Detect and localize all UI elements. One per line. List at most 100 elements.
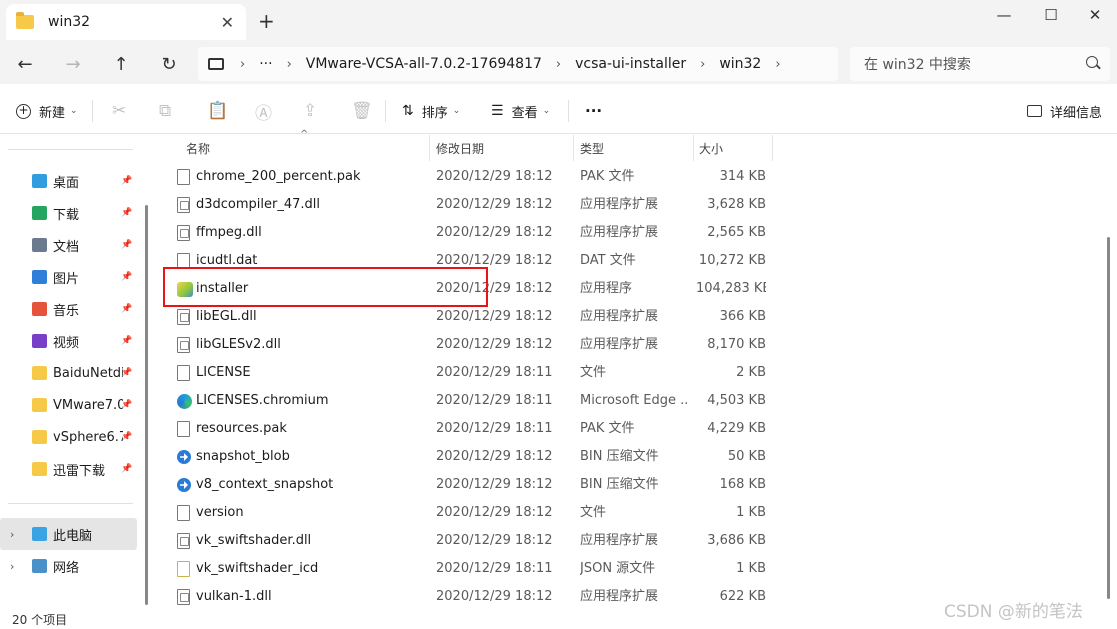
- file-size: 2,565 KB: [707, 225, 766, 240]
- file-type: BIN 压缩文件: [580, 477, 659, 492]
- search-input[interactable]: 在 win32 中搜索: [864, 54, 971, 74]
- new-button[interactable]: + 新建 ⌄: [16, 88, 78, 134]
- pin-icon[interactable]: 📌: [121, 432, 132, 442]
- pin-icon[interactable]: 📌: [121, 176, 132, 186]
- view-button[interactable]: ☰ 查看 ⌄: [491, 88, 550, 134]
- column-header-name[interactable]: 名称: [176, 135, 430, 161]
- pin-icon[interactable]: 📌: [121, 304, 132, 314]
- chevron-right-icon[interactable]: ›: [10, 560, 14, 573]
- file-row[interactable]: LICENSES.chromium 2020/12/29 18:11 Microso…: [156, 387, 1106, 415]
- file-row[interactable]: version 2020/12/29 18:12 文件 1 KB: [156, 499, 1106, 527]
- copy-button[interactable]: ⧉: [159, 88, 171, 134]
- file-name: ffmpeg.dll: [196, 225, 262, 240]
- pin-icon[interactable]: 📌: [121, 272, 132, 282]
- chevron-right-icon[interactable]: ›: [240, 57, 245, 72]
- sidebar-item-quick-access[interactable]: 视频 📌: [0, 325, 137, 357]
- file-name: libEGL.dll: [196, 309, 257, 324]
- file-row[interactable]: d3dcompiler_47.dll 2020/12/29 18:12 应用程序扩展…: [156, 191, 1106, 219]
- sidebar-item-quick-access[interactable]: vSphere6.7 📌: [0, 421, 137, 453]
- file-type: 应用程序扩展: [580, 309, 659, 324]
- sidebar-item-quick-access[interactable]: 音乐 📌: [0, 293, 137, 325]
- pin-icon[interactable]: 📌: [121, 336, 132, 346]
- share-button[interactable]: ⇪: [303, 88, 317, 134]
- pin-icon[interactable]: 📌: [121, 368, 132, 378]
- file-row[interactable]: v8_context_snapshot 2020/12/29 18:12 BIN 压…: [156, 471, 1106, 499]
- more-options-button[interactable]: ···: [585, 88, 602, 134]
- sidebar-item-quick-access[interactable]: 下载 📌: [0, 197, 137, 229]
- sidebar-item-label: vSphere6.7: [53, 429, 123, 445]
- up-button[interactable]: ↑: [107, 52, 135, 76]
- chevron-right-icon[interactable]: ›: [556, 57, 561, 72]
- sidebar-item-label: BaiduNetdisk: [53, 365, 123, 381]
- file-name: libGLESv2.dll: [196, 337, 281, 352]
- file-row[interactable]: vk_swiftshader.dll 2020/12/29 18:12 应用程序扩展…: [156, 527, 1106, 555]
- chevron-right-icon[interactable]: ›: [700, 57, 705, 72]
- dll-file-icon: [177, 309, 190, 325]
- back-button[interactable]: ←: [11, 52, 39, 76]
- details-pane-button[interactable]: 详细信息: [1027, 88, 1102, 134]
- chevron-right-icon[interactable]: ›: [775, 57, 780, 72]
- sidebar-item-quick-access[interactable]: 文档 📌: [0, 229, 137, 261]
- sidebar-item-quick-access[interactable]: BaiduNetdisk📌: [0, 357, 137, 389]
- search-box[interactable]: 在 win32 中搜索: [850, 47, 1110, 81]
- sidebar-item-quick-access[interactable]: VMware7.01📌: [0, 389, 137, 421]
- file-size: 1 KB: [736, 561, 766, 576]
- file-date: 2020/12/29 18:11: [436, 421, 553, 436]
- sidebar-item-quick-access[interactable]: 图片 📌: [0, 261, 137, 293]
- address-bar[interactable]: › ··· › VMware-VCSA-all-7.0.2-17694817 ›…: [198, 47, 838, 81]
- sidebar-item-quick-access[interactable]: 桌面 📌: [0, 165, 137, 197]
- sidebar-item-quick-access[interactable]: 迅雷下载 📌: [0, 453, 137, 485]
- file-date: 2020/12/29 18:12: [436, 169, 553, 184]
- file-row[interactable]: chrome_200_percent.pak 2020/12/29 18:12 PA…: [156, 163, 1106, 191]
- file-row[interactable]: LICENSE 2020/12/29 18:11 文件 2 KB: [156, 359, 1106, 387]
- tab-close-icon[interactable]: ✕: [221, 13, 234, 32]
- pin-icon[interactable]: 📌: [121, 240, 132, 250]
- forward-button[interactable]: →: [59, 52, 87, 76]
- view-button-label: 查看: [511, 105, 538, 121]
- close-window-button[interactable]: ✕: [1072, 0, 1117, 30]
- sidebar-item-label: VMware7.01: [53, 397, 123, 413]
- file-row[interactable]: resources.pak 2020/12/29 18:11 PAK 文件 4,229…: [156, 415, 1106, 443]
- tab-win32[interactable]: win32 ✕: [6, 4, 246, 40]
- file-size: 2 KB: [736, 365, 766, 380]
- file-type: 应用程序扩展: [580, 197, 659, 212]
- sidebar-scrollbar[interactable]: [145, 205, 148, 605]
- chevron-right-icon[interactable]: ›: [10, 528, 14, 541]
- highlight-box: [163, 267, 488, 307]
- breadcrumb-item[interactable]: win32: [719, 56, 761, 72]
- file-type: Microsoft Edge ...: [580, 393, 688, 408]
- paste-button[interactable]: 📋: [207, 88, 228, 134]
- maximize-button[interactable]: ☐: [1028, 0, 1074, 30]
- pin-icon[interactable]: 📌: [121, 208, 132, 218]
- sort-button-label: 排序: [421, 105, 448, 121]
- file-row[interactable]: snapshot_blob 2020/12/29 18:12 BIN 压缩文件 50 …: [156, 443, 1106, 471]
- sidebar-item-network[interactable]: › 网络: [0, 550, 137, 582]
- content-scrollbar[interactable]: [1107, 237, 1110, 599]
- rename-button[interactable]: Ⓐ: [255, 88, 272, 134]
- delete-button[interactable]: 🗑: [351, 88, 373, 134]
- pin-icon[interactable]: 📌: [121, 400, 132, 410]
- file-row[interactable]: vk_swiftshader_icd 2020/12/29 18:11 JSON 源…: [156, 555, 1106, 583]
- sidebar-item-this-pc[interactable]: › 此电脑: [0, 518, 137, 550]
- file-row[interactable]: ffmpeg.dll 2020/12/29 18:12 应用程序扩展 2,565 KB: [156, 219, 1106, 247]
- file-row[interactable]: libGLESv2.dll 2020/12/29 18:12 应用程序扩展 8,170…: [156, 331, 1106, 359]
- chevron-right-icon[interactable]: ›: [287, 57, 292, 72]
- navigation-pane: 桌面📌下载📌文档📌图片📌音乐📌视频📌BaiduNetdisk📌VMware7.0…: [0, 135, 150, 609]
- breadcrumb-item[interactable]: vcsa-ui-installer: [575, 56, 686, 72]
- refresh-button[interactable]: ↻: [155, 52, 183, 76]
- breadcrumb-item[interactable]: VMware-VCSA-all-7.0.2-17694817: [306, 56, 542, 72]
- minimize-button[interactable]: —: [981, 0, 1027, 30]
- column-header-date[interactable]: 修改日期: [426, 135, 574, 161]
- file-date: 2020/12/29 18:12: [436, 197, 553, 212]
- pin-icon[interactable]: 📌: [121, 464, 132, 474]
- new-tab-button[interactable]: +: [258, 10, 275, 32]
- sidebar-item-label: 音乐: [53, 303, 80, 319]
- chevron-down-icon: ⌄: [452, 106, 461, 116]
- cut-button[interactable]: ✂: [112, 88, 126, 134]
- column-header-type[interactable]: 类型: [570, 135, 694, 161]
- file-row[interactable]: libEGL.dll 2020/12/29 18:12 应用程序扩展 366 KB: [156, 303, 1106, 331]
- overflow-button[interactable]: ···: [259, 56, 272, 72]
- network-icon: [32, 559, 47, 573]
- sort-button[interactable]: ⇅ 排序 ⌄: [402, 88, 460, 134]
- column-header-size[interactable]: 大小: [689, 135, 773, 161]
